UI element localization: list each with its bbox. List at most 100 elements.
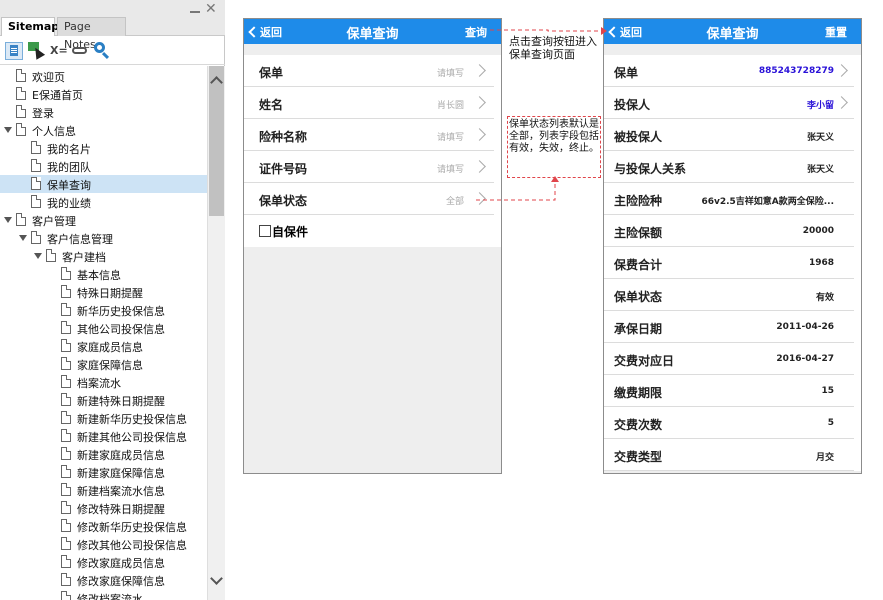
tab-sitemap[interactable]: Sitemap — [1, 17, 59, 36]
expand-arrow-icon[interactable] — [34, 253, 42, 259]
link-icon[interactable] — [72, 47, 87, 54]
page-icon — [16, 123, 26, 136]
expand-arrow-icon[interactable] — [19, 235, 27, 241]
detail-row[interactable]: 保单 885243728279 — [604, 55, 854, 87]
tree-item[interactable]: 客户信息管理 — [0, 229, 207, 247]
field-label: 证件号码 — [259, 162, 308, 176]
scroll-down-icon[interactable] — [210, 572, 223, 585]
search-icon[interactable] — [94, 42, 112, 60]
tree-item[interactable]: 其他公司投保信息 — [0, 319, 207, 337]
detail-label: 被投保人 — [614, 130, 663, 144]
tree-item-label: 家庭成员信息 — [77, 341, 143, 354]
query-form-screen: 返回 保单查询 查询 保单 请填写 姓名 肖长圆 险种名称 请填写 证件号码 请填写 保单状态全… — [243, 18, 502, 474]
page-icon — [61, 465, 71, 478]
tree-scrollbar[interactable] — [207, 66, 225, 600]
tree-item[interactable]: 新建新华历史投保信息 — [0, 409, 207, 427]
tree-item[interactable]: 欢迎页 — [0, 67, 207, 85]
tree-item[interactable]: 个人信息 — [0, 121, 207, 139]
page-icon — [61, 429, 71, 442]
tree-item[interactable]: 新华历史投保信息 — [0, 301, 207, 319]
tree-item[interactable]: 修改档案流水 — [0, 589, 207, 600]
self-policy-label: 自保件 — [272, 225, 309, 239]
tree-item-label: 修改新华历史投保信息 — [77, 521, 187, 534]
detail-label: 交费对应日 — [614, 354, 675, 368]
detail-row[interactable]: 投保人 李小留 — [604, 87, 854, 119]
detail-value[interactable]: 885243728279 — [759, 66, 834, 76]
field-value[interactable]: 请填写 — [437, 162, 464, 175]
tree-item[interactable]: 客户管理 — [0, 211, 207, 229]
policy-detail-list: 保单 885243728279 投保人 李小留 被投保人 张天义 与投保人关系 张天义 主险险种… — [604, 55, 861, 471]
close-icon[interactable]: ✕ — [205, 1, 217, 17]
detail-label: 承保日期 — [614, 322, 663, 336]
detail-label: 主险保额 — [614, 226, 663, 240]
page-icon — [61, 555, 71, 568]
tree-item[interactable]: 基本信息 — [0, 265, 207, 283]
form-row[interactable]: 保单状态 全部 — [244, 183, 494, 215]
tree-item[interactable]: 新建家庭成员信息 — [0, 445, 207, 463]
tree-item[interactable]: 我的名片 — [0, 139, 207, 157]
reset-button[interactable]: 重置 — [825, 24, 847, 40]
field-label: 险种名称 — [259, 130, 308, 144]
tree-item[interactable]: 登录 — [0, 103, 207, 121]
detail-row: 缴费期限 15 — [604, 375, 854, 407]
tree-item-label: 家庭保障信息 — [77, 359, 143, 372]
tree-item[interactable]: 家庭成员信息 — [0, 337, 207, 355]
tree-item[interactable]: 特殊日期提醒 — [0, 283, 207, 301]
tab-page-notes[interactable]: Page Notes — [57, 17, 126, 51]
nav-bar: 返回 保单查询 查询 — [244, 19, 501, 44]
tree-item-label: 新建特殊日期提醒 — [77, 395, 165, 408]
query-annotation: 点击查询按钮进入保单查询页面 — [509, 35, 597, 61]
add-page-icon[interactable] — [28, 42, 46, 60]
self-policy-checkbox[interactable] — [259, 225, 271, 237]
tree-item-label: 修改其他公司投保信息 — [77, 539, 187, 552]
detail-value: 20000 — [802, 226, 834, 236]
tree-item[interactable]: 新建档案流水信息 — [0, 481, 207, 499]
page-view-icon[interactable] — [5, 42, 23, 60]
tree-item-label: 登录 — [32, 107, 54, 120]
panel-tabbar: Sitemap Page Notes ✕ — [0, 0, 225, 51]
expand-arrow-icon[interactable] — [4, 217, 12, 223]
tree-item[interactable]: 我的业绩 — [0, 193, 207, 211]
field-value[interactable]: 肖长圆 — [437, 98, 464, 111]
query-form: 保单 请填写 姓名 肖长圆 险种名称 请填写 证件号码 请填写 保单状态 全部 自保件 — [244, 55, 501, 247]
expand-arrow-icon[interactable] — [4, 127, 12, 133]
tree-item[interactable]: 客户建档 — [0, 247, 207, 265]
form-row[interactable]: 姓名 肖长圆 — [244, 87, 494, 119]
chevron-right-icon — [835, 64, 848, 77]
detail-value: 5 — [827, 418, 834, 428]
form-row[interactable]: 证件号码 请填写 — [244, 151, 494, 183]
form-row[interactable]: 险种名称 请填写 — [244, 119, 494, 151]
tree-item[interactable]: 家庭保障信息 — [0, 355, 207, 373]
tree-item[interactable]: 我的团队 — [0, 157, 207, 175]
tree-item[interactable]: 修改新华历史投保信息 — [0, 517, 207, 535]
query-button[interactable]: 查询 — [465, 24, 487, 40]
detail-value: 66v2.5吉祥如意A款两全保险... — [701, 197, 834, 207]
tree-item[interactable]: 新建特殊日期提醒 — [0, 391, 207, 409]
tree-item[interactable]: 档案流水 — [0, 373, 207, 391]
field-value[interactable]: 请填写 — [437, 66, 464, 79]
tree-item[interactable]: 修改家庭成员信息 — [0, 553, 207, 571]
variables-icon[interactable]: X= — [50, 44, 72, 62]
tree-item[interactable]: 修改特殊日期提醒 — [0, 499, 207, 517]
detail-value: 2011-04-26 — [776, 322, 834, 332]
chevron-right-icon — [473, 64, 486, 77]
detail-value: 张天义 — [806, 165, 834, 175]
field-value[interactable]: 请填写 — [437, 130, 464, 143]
tree-item-label: 修改家庭保障信息 — [77, 575, 165, 588]
detail-value: 15 — [821, 386, 834, 396]
detail-value[interactable]: 李小留 — [807, 98, 834, 111]
detail-row: 与投保人关系 张天义 — [604, 151, 854, 183]
form-row[interactable]: 保单 请填写 — [244, 55, 494, 87]
tree-item-label: 档案流水 — [77, 377, 121, 390]
page-icon — [61, 357, 71, 370]
tree-item[interactable]: 修改家庭保障信息 — [0, 571, 207, 589]
tree-item[interactable]: 新建其他公司投保信息 — [0, 427, 207, 445]
chevron-right-icon — [473, 96, 486, 109]
field-value[interactable]: 全部 — [446, 194, 464, 207]
tree-item[interactable]: 保单查询 — [0, 175, 207, 193]
tree-item[interactable]: 修改其他公司投保信息 — [0, 535, 207, 553]
minimize-icon[interactable] — [190, 5, 200, 13]
tree-item[interactable]: E保通首页 — [0, 85, 207, 103]
tree-item[interactable]: 新建家庭保障信息 — [0, 463, 207, 481]
page-icon — [31, 177, 41, 190]
